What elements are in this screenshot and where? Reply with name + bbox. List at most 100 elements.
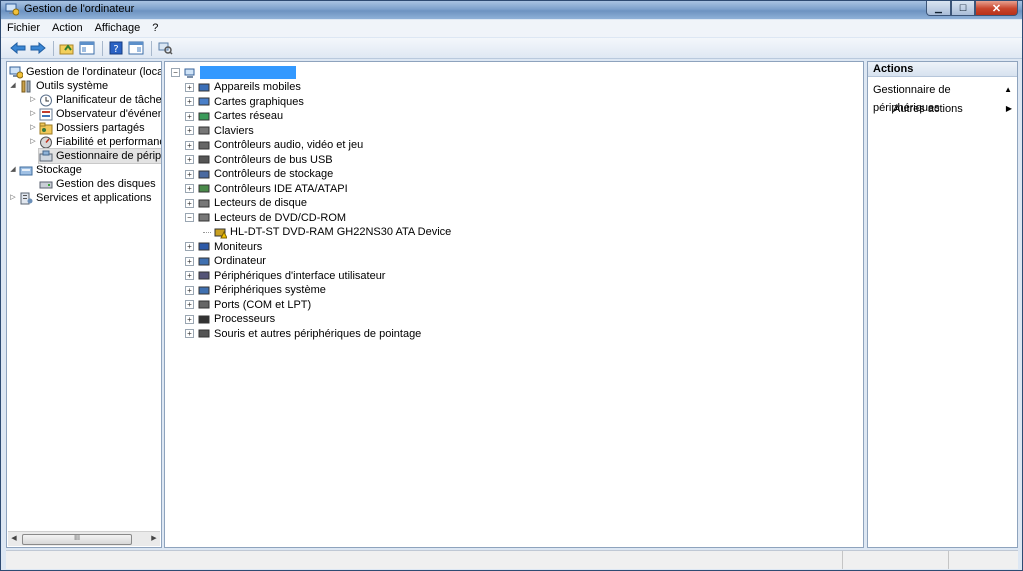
mouse-icon [198,329,210,338]
tree-item-system-tools[interactable]: ◢ Outils système [9,79,108,93]
expanded-triangle-icon[interactable]: ◢ [9,79,17,93]
device-category[interactable]: + Lecteurs de disque [185,196,307,210]
computer-name-highlight[interactable] [200,65,296,79]
console-tree-pane[interactable]: Gestion de l'ordinateur (local) ◢ Outils… [6,61,162,548]
collapse-up-icon[interactable]: ▲ [1004,81,1012,99]
tree-item-event-viewer[interactable]: ▷ Observateur d'événements [29,107,161,121]
tree-item-shared-folders[interactable]: ▷ Dossiers partagés [29,121,145,135]
tree-item-disk-management[interactable]: Gestion des disques [39,177,156,191]
tree-item-label: Dossiers partagés [56,122,145,134]
device-label: Contrôleurs de bus USB [214,153,333,166]
collapsed-triangle-icon[interactable]: ▷ [29,107,37,121]
collapsed-triangle-icon[interactable]: ▷ [9,191,17,205]
menu-affichage[interactable]: Affichage [89,20,147,37]
scrollbar-thumb[interactable]: III [22,534,132,545]
minimize-button[interactable]: ▁ [926,1,951,16]
expanded-triangle-icon[interactable]: ◢ [9,163,17,177]
collapsed-triangle-icon[interactable]: ▷ [29,121,37,135]
expand-toggle-icon[interactable]: + [185,256,194,266]
device-label: Périphériques d'interface utilisateur [214,269,386,282]
status-cell [842,551,843,569]
window-controls: ▁ ☐ ✕ [926,1,1018,17]
device-category[interactable]: + Contrôleurs de bus USB [185,153,333,167]
collapse-toggle-icon[interactable]: − [185,213,194,222]
device-label: Souris et autres périphériques de pointa… [214,327,422,340]
tools-icon [21,80,31,92]
device-category[interactable]: + Processeurs [185,312,275,326]
tree-item-computer-management[interactable]: Gestion de l'ordinateur (local) [9,65,162,79]
device-category[interactable]: + Périphériques système [185,283,326,297]
expand-toggle-icon[interactable]: + [185,300,194,309]
device-category[interactable]: + Cartes réseau [185,109,283,123]
help-button[interactable]: ? [107,40,125,56]
tree-item-task-scheduler[interactable]: ▷ Planificateur de tâches [29,93,161,107]
horizontal-scrollbar[interactable]: ◀ III ▶ [8,531,160,546]
expand-toggle-icon[interactable]: + [185,155,194,164]
collapsed-triangle-icon[interactable]: ▷ [29,135,37,149]
device-category[interactable]: + Ports (COM et LPT) [185,298,311,312]
menu-fichier[interactable]: Fichier [1,20,46,37]
expand-toggle-icon[interactable]: + [185,184,194,193]
device-item[interactable]: HL-DT-ST DVD-RAM GH22NS30 ATA Device [203,225,451,239]
device-label: Cartes graphiques [214,95,304,108]
expand-toggle-icon[interactable]: + [185,285,194,295]
more-actions-item[interactable]: Autres actions ▶ [868,100,1017,118]
device-category[interactable]: + Souris et autres périphériques de point… [185,327,421,341]
scroll-right-arrow-icon[interactable]: ▶ [149,533,159,545]
expand-toggle-icon[interactable]: + [185,329,194,338]
collapse-toggle-icon[interactable]: − [171,67,180,77]
computer-icon [198,257,210,265]
actions-section-device-manager[interactable]: Gestionnaire de périphériques ▲ [868,81,1017,114]
properties-button[interactable] [127,40,145,56]
show-console-tree-button[interactable] [78,40,96,56]
expand-toggle-icon[interactable]: + [185,198,194,208]
actions-header: Actions [868,62,1017,77]
tree-connector [203,231,211,233]
device-category[interactable]: + Contrôleurs de stockage [185,167,333,181]
menu-help[interactable]: ? [146,20,164,37]
device-tree-pane[interactable]: − + Appareils mobiles + Cartes graphiques + C… [164,61,864,548]
device-category[interactable]: + Appareils mobiles [185,80,301,94]
tree-item-label: Gestion de l'ordinateur (local) [26,66,162,78]
up-folder-button[interactable] [58,40,76,56]
expand-toggle-icon[interactable]: + [185,314,194,324]
device-category[interactable]: + Périphériques d'interface utilisateur [185,269,385,283]
properties-icon [128,41,144,55]
device-label: Cartes réseau [214,110,284,122]
forward-button[interactable] [29,40,47,56]
svg-text:?: ? [113,44,118,55]
expand-toggle-icon[interactable]: + [185,242,194,251]
scan-hardware-button[interactable] [156,40,174,56]
device-category[interactable]: + Contrôleurs audio, vidéo et jeu [185,138,363,152]
tree-item-reliability-performance[interactable]: ▷ Fiabilité et performances [29,135,161,149]
tree-item-label: Services et applications [36,192,152,204]
device-category[interactable]: − Lecteurs de DVD/CD-ROM [185,211,346,225]
expand-toggle-icon[interactable]: + [185,97,194,106]
expand-toggle-icon[interactable]: + [185,126,194,135]
scroll-left-arrow-icon[interactable]: ◀ [9,533,19,545]
title-bar[interactable]: Gestion de l'ordinateur ▁ ☐ ✕ [1,1,1022,19]
toolbar-separator [102,40,103,56]
tree-item-storage[interactable]: ◢ Stockage [9,163,82,177]
device-category[interactable]: + Ordinateur [185,254,266,268]
close-button[interactable]: ✕ [975,1,1018,16]
device-label: Ports (COM et LPT) [214,298,312,311]
menu-action[interactable]: Action [46,20,89,37]
device-category[interactable]: + Cartes graphiques [185,95,304,109]
system-devices-icon [198,286,210,294]
tree-item-services-applications[interactable]: ▷ Services et applications [9,191,152,205]
expand-toggle-icon[interactable]: + [185,271,194,280]
device-category[interactable]: + Claviers [185,124,254,138]
device-category[interactable]: + Contrôleurs IDE ATA/ATAPI [185,182,348,196]
ide-controller-icon [198,184,210,193]
tree-item-device-manager[interactable]: Gestionnaire de périphériques [37,148,161,164]
expand-toggle-icon[interactable]: + [185,111,194,121]
expand-toggle-icon[interactable]: + [185,140,194,150]
back-button[interactable] [9,40,27,56]
device-category[interactable]: + Moniteurs [185,240,262,254]
device-tree-root[interactable]: − [171,65,296,79]
collapsed-triangle-icon[interactable]: ▷ [29,93,37,107]
expand-toggle-icon[interactable]: + [185,82,194,92]
expand-toggle-icon[interactable]: + [185,169,194,179]
maximize-button[interactable]: ☐ [951,1,975,16]
